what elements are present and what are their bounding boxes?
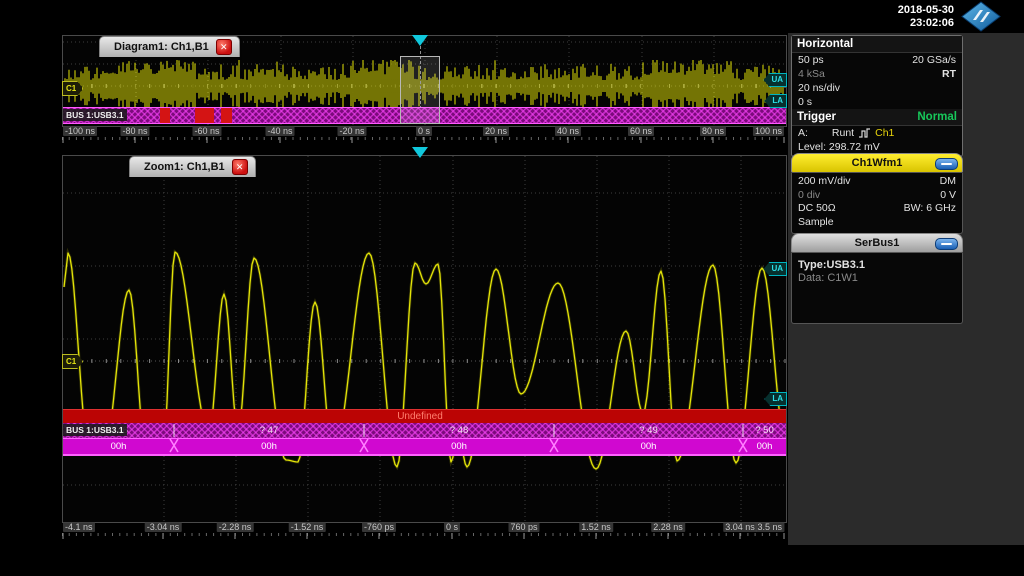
zoom1-time-axis: -4.1 ns -3.04 ns -2.28 ns -1.52 ns -760 ps 0 … bbox=[62, 522, 785, 540]
ch1wfm1-title: Ch1Wfm1 bbox=[852, 157, 903, 169]
axis-tick-label: 2.28 ns bbox=[651, 522, 685, 532]
minimize-icon[interactable] bbox=[935, 158, 958, 170]
axis-tick-label: -80 ns bbox=[120, 126, 149, 136]
time: 23:02:06 bbox=[846, 17, 954, 30]
sidebar: Horizontal 50 ps20 GSa/s4 kSaRT20 ns/div… bbox=[788, 33, 1024, 545]
trigger-marker-icon[interactable] bbox=[412, 147, 428, 158]
trigger-source-channel: Ch1 bbox=[875, 126, 894, 140]
datetime: 2018-05-30 23:02:06 bbox=[846, 4, 954, 30]
diagram1-time-axis: -100 ns -80 ns -60 ns -40 ns -20 ns 0 s 20 ns 4… bbox=[62, 126, 785, 144]
axis-tick-label: -1.52 ns bbox=[289, 522, 326, 532]
info-row: Sample bbox=[792, 216, 962, 230]
info-row: 0 div0 V bbox=[792, 189, 962, 203]
minimize-icon[interactable] bbox=[935, 238, 958, 250]
info-row: 4 kSaRT bbox=[792, 67, 962, 81]
info-row: 20 ns/div bbox=[792, 81, 962, 95]
axis-tick-label: 3.5 ns bbox=[755, 522, 784, 532]
trigger-mode-badge: Normal bbox=[917, 109, 957, 125]
axis-tick-label: -3.04 ns bbox=[145, 522, 182, 532]
horizontal-header[interactable]: Horizontal bbox=[792, 36, 962, 53]
info-row: 0 s bbox=[792, 95, 962, 109]
tab-zoom1-label: Zoom1: Ch1,B1 bbox=[144, 161, 225, 173]
close-icon[interactable]: ✕ bbox=[216, 39, 232, 55]
ch1wfm1-panel: Ch1Wfm1 200 mV/divDM0 div0 VDC 50ΩBW: 6 … bbox=[791, 153, 963, 234]
rs-logo-icon bbox=[960, 1, 1002, 32]
bus-error-segment bbox=[195, 108, 214, 123]
axis-tick-label: 80 ns bbox=[700, 126, 726, 136]
horizontal-trigger-panel[interactable]: Horizontal 50 ps20 GSa/s4 kSaRT20 ns/div… bbox=[791, 35, 963, 157]
axis-tick-label: 100 ns bbox=[753, 126, 784, 136]
axis-tick-label: -40 ns bbox=[265, 126, 294, 136]
axis-tick-label: 60 ns bbox=[628, 126, 654, 136]
axis-tick-label: -4.1 ns bbox=[63, 522, 95, 532]
axis-tick-label: 1.52 ns bbox=[579, 522, 613, 532]
axis-tick-label: 40 ns bbox=[555, 126, 581, 136]
tab-diagram1[interactable]: Diagram1: Ch1,B1 ✕ bbox=[99, 36, 240, 57]
axis-tick-label: -2.28 ns bbox=[217, 522, 254, 532]
zoom-selection-rect[interactable] bbox=[400, 56, 440, 124]
axis-tick-label: -760 ps bbox=[362, 522, 396, 532]
tab-zoom1[interactable]: Zoom1: Ch1,B1 ✕ bbox=[129, 156, 256, 177]
runt-icon bbox=[858, 128, 871, 139]
tab-diagram1-label: Diagram1: Ch1,B1 bbox=[114, 41, 209, 53]
axis-tick-label: 760 ps bbox=[508, 522, 539, 532]
trigger-header[interactable]: Trigger Normal bbox=[792, 109, 962, 126]
zoom1-plot[interactable]: Undefined ? 46? 47? 48? 49? 50 BUS 1:USB… bbox=[62, 155, 787, 523]
serbus-data: Data: C1W1 bbox=[798, 272, 956, 284]
trigger-title: Trigger bbox=[797, 109, 836, 125]
info-row: 50 ps20 GSa/s bbox=[792, 53, 962, 67]
trigger-level: Level: 298.72 mV bbox=[798, 140, 880, 154]
trigger-source-row: A: Runt Ch1 bbox=[792, 126, 962, 140]
bus-error-segment bbox=[160, 108, 170, 123]
axis-tick-label: 0 s bbox=[444, 522, 460, 532]
axis-tick-label: 3.04 ns bbox=[723, 522, 757, 532]
serbus1-header[interactable]: SerBus1 bbox=[791, 233, 963, 253]
close-icon[interactable]: ✕ bbox=[232, 159, 248, 175]
axis-tick-label: 20 ns bbox=[483, 126, 509, 136]
trigger-marker-icon[interactable] bbox=[412, 35, 428, 46]
trigger-source-prefix: A: bbox=[798, 126, 808, 140]
axis-tick-label: -100 ns bbox=[63, 126, 97, 136]
bus-error-segment bbox=[221, 108, 232, 123]
bus1-label-chip: BUS 1:USB3.1 bbox=[63, 109, 127, 121]
date: 2018-05-30 bbox=[846, 4, 954, 17]
serbus-type: Type:USB3.1 bbox=[798, 259, 956, 271]
serbus1-panel: SerBus1 Type:USB3.1 Data: C1W1 bbox=[791, 233, 963, 324]
axis-tick-label: -20 ns bbox=[337, 126, 366, 136]
bus-frame-boundaries bbox=[63, 156, 786, 522]
info-row: 200 mV/divDM bbox=[792, 175, 962, 189]
serbus1-title: SerBus1 bbox=[855, 237, 900, 249]
ch1wfm1-header[interactable]: Ch1Wfm1 bbox=[791, 153, 963, 173]
axis-tick-label: 0 s bbox=[416, 126, 432, 136]
info-row: DC 50ΩBW: 6 GHz bbox=[792, 202, 962, 216]
horizontal-title: Horizontal bbox=[797, 36, 853, 52]
trigger-type: Runt bbox=[832, 126, 854, 140]
axis-tick-label: -60 ns bbox=[192, 126, 221, 136]
